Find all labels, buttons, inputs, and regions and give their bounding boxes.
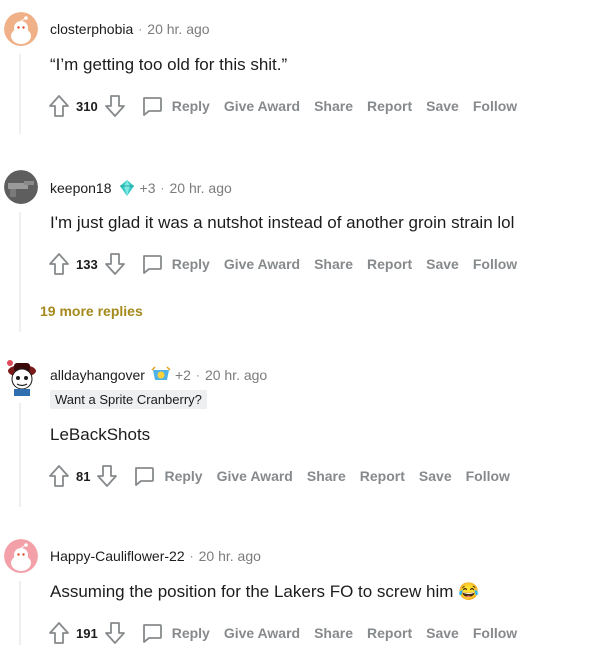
report-button[interactable]: Report bbox=[360, 468, 405, 484]
give-award-button[interactable]: Give Award bbox=[224, 625, 300, 641]
author-name[interactable]: keepon18 bbox=[50, 180, 112, 196]
separator: · bbox=[195, 368, 200, 382]
timestamp[interactable]: 20 hr. ago bbox=[147, 21, 209, 37]
thread-line[interactable] bbox=[19, 403, 21, 507]
award-count: +3 bbox=[139, 180, 156, 196]
avatar[interactable] bbox=[2, 357, 40, 397]
comment-actions: 133 Reply Give Award Share Report Save F… bbox=[48, 251, 517, 277]
vote-score: 81 bbox=[76, 468, 91, 484]
save-button[interactable]: Save bbox=[419, 468, 452, 484]
avatar-icon bbox=[4, 170, 38, 204]
reply-icon[interactable] bbox=[140, 621, 164, 645]
comment-4: Happy-Cauliflower-22 · 20 hr. ago Assumi… bbox=[0, 539, 590, 645]
comment-actions: 81 Reply Give Award Share Report Save Fo… bbox=[48, 463, 510, 489]
comment-body: I'm just glad it was a nutshot instead o… bbox=[50, 213, 515, 232]
reply-button[interactable]: Reply bbox=[172, 256, 210, 272]
comment-body: Assuming the position for the Lakers FO … bbox=[50, 582, 480, 601]
give-award-button[interactable]: Give Award bbox=[224, 256, 300, 272]
author-name[interactable]: alldayhangover bbox=[50, 367, 145, 383]
timestamp[interactable]: 20 hr. ago bbox=[169, 180, 231, 196]
author-name[interactable]: closterphobia bbox=[50, 21, 133, 37]
user-flair: Want a Sprite Cranberry? bbox=[50, 390, 207, 409]
award-count: +2 bbox=[174, 367, 191, 383]
share-button[interactable]: Share bbox=[314, 625, 353, 641]
separator: · bbox=[160, 181, 165, 195]
comment-actions: 191 Reply Give Award Share Report Save F… bbox=[48, 620, 517, 645]
save-button[interactable]: Save bbox=[426, 256, 459, 272]
upvote-icon[interactable] bbox=[48, 621, 70, 645]
timestamp[interactable]: 20 hr. ago bbox=[205, 367, 267, 383]
separator: · bbox=[138, 22, 143, 36]
avatar-icon bbox=[4, 12, 38, 46]
downvote-icon[interactable] bbox=[96, 464, 118, 488]
comment-actions: 310 Reply Give Award Share Report Save F… bbox=[48, 93, 517, 119]
follow-button[interactable]: Follow bbox=[473, 256, 517, 272]
upvote-icon[interactable] bbox=[48, 94, 70, 118]
comment-meta: closterphobia · 20 hr. ago bbox=[50, 21, 210, 37]
share-button[interactable]: Share bbox=[314, 98, 353, 114]
comment-body: LeBackShots bbox=[50, 425, 151, 444]
thread-line[interactable] bbox=[19, 212, 21, 332]
comment-1: closterphobia · 20 hr. ago “I’m getting … bbox=[0, 12, 590, 142]
comment-meta: alldayhangover +2 · 20 hr. ago bbox=[50, 366, 267, 384]
timestamp[interactable]: 20 hr. ago bbox=[199, 548, 261, 564]
downvote-icon[interactable] bbox=[104, 621, 126, 645]
vote-score: 191 bbox=[76, 625, 98, 641]
comment-body: “I’m getting too old for this shit.” bbox=[50, 55, 288, 74]
upvote-icon[interactable] bbox=[48, 464, 70, 488]
share-button[interactable]: Share bbox=[314, 256, 353, 272]
avatar-icon bbox=[7, 360, 36, 396]
reply-icon[interactable] bbox=[140, 252, 164, 276]
avatar[interactable] bbox=[4, 12, 38, 46]
save-button[interactable]: Save bbox=[426, 625, 459, 641]
reply-button[interactable]: Reply bbox=[172, 625, 210, 641]
report-button[interactable]: Report bbox=[367, 625, 412, 641]
comment-meta: Happy-Cauliflower-22 · 20 hr. ago bbox=[50, 548, 261, 564]
give-award-button[interactable]: Give Award bbox=[224, 98, 300, 114]
avatar[interactable] bbox=[4, 539, 38, 573]
vote-score: 133 bbox=[76, 256, 98, 272]
save-button[interactable]: Save bbox=[426, 98, 459, 114]
comment-2: keepon18 +3 · 20 hr. ago I'm just glad i… bbox=[0, 170, 590, 340]
thread-line[interactable] bbox=[19, 581, 21, 645]
reply-icon[interactable] bbox=[140, 94, 164, 118]
report-button[interactable]: Report bbox=[367, 256, 412, 272]
separator: · bbox=[189, 549, 194, 563]
report-button[interactable]: Report bbox=[367, 98, 412, 114]
upvote-icon[interactable] bbox=[48, 252, 70, 276]
share-button[interactable]: Share bbox=[307, 468, 346, 484]
give-award-button[interactable]: Give Award bbox=[217, 468, 293, 484]
downvote-icon[interactable] bbox=[104, 252, 126, 276]
downvote-icon[interactable] bbox=[104, 94, 126, 118]
follow-button[interactable]: Follow bbox=[466, 468, 510, 484]
reply-button[interactable]: Reply bbox=[164, 468, 202, 484]
thread-line[interactable] bbox=[19, 54, 21, 134]
award-icon[interactable] bbox=[118, 179, 136, 197]
avatar[interactable] bbox=[4, 170, 38, 204]
comment-3: alldayhangover +2 · 20 hr. ago Want a Sp… bbox=[0, 357, 590, 517]
author-name[interactable]: Happy-Cauliflower-22 bbox=[50, 548, 185, 564]
comment-meta: keepon18 +3 · 20 hr. ago bbox=[50, 179, 232, 197]
follow-button[interactable]: Follow bbox=[473, 625, 517, 641]
vote-score: 310 bbox=[76, 98, 98, 114]
avatar-icon bbox=[4, 539, 38, 573]
follow-button[interactable]: Follow bbox=[473, 98, 517, 114]
reply-icon[interactable] bbox=[132, 464, 156, 488]
reply-button[interactable]: Reply bbox=[172, 98, 210, 114]
award-icon[interactable] bbox=[151, 366, 171, 384]
more-replies-link[interactable]: 19 more replies bbox=[40, 303, 143, 319]
